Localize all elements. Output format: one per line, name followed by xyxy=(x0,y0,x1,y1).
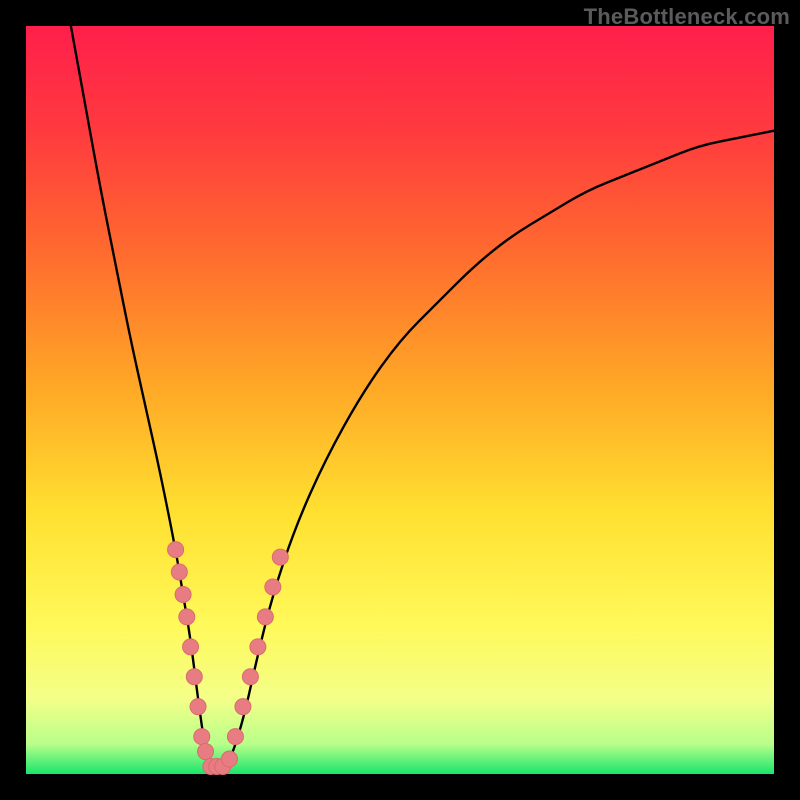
curve-marker xyxy=(190,699,206,715)
curve-marker xyxy=(235,699,251,715)
curve-marker xyxy=(250,639,266,655)
curve-marker xyxy=(265,579,281,595)
curve-marker xyxy=(272,549,288,565)
curve-marker xyxy=(221,751,237,767)
curve-marker xyxy=(257,609,273,625)
curve-marker xyxy=(171,564,187,580)
marker-group xyxy=(168,542,289,775)
curve-marker xyxy=(227,729,243,745)
chart-frame: TheBottleneck.com xyxy=(0,0,800,800)
curve-marker xyxy=(168,542,184,558)
curve-marker xyxy=(242,669,258,685)
curve-marker xyxy=(186,669,202,685)
chart-svg xyxy=(26,26,774,774)
curve-marker xyxy=(194,729,210,745)
curve-marker xyxy=(175,586,191,602)
watermark-text: TheBottleneck.com xyxy=(584,4,790,30)
plot-area xyxy=(26,26,774,774)
curve-marker xyxy=(179,609,195,625)
curve-marker xyxy=(198,744,214,760)
bottleneck-curve xyxy=(71,26,774,767)
curve-marker xyxy=(183,639,199,655)
